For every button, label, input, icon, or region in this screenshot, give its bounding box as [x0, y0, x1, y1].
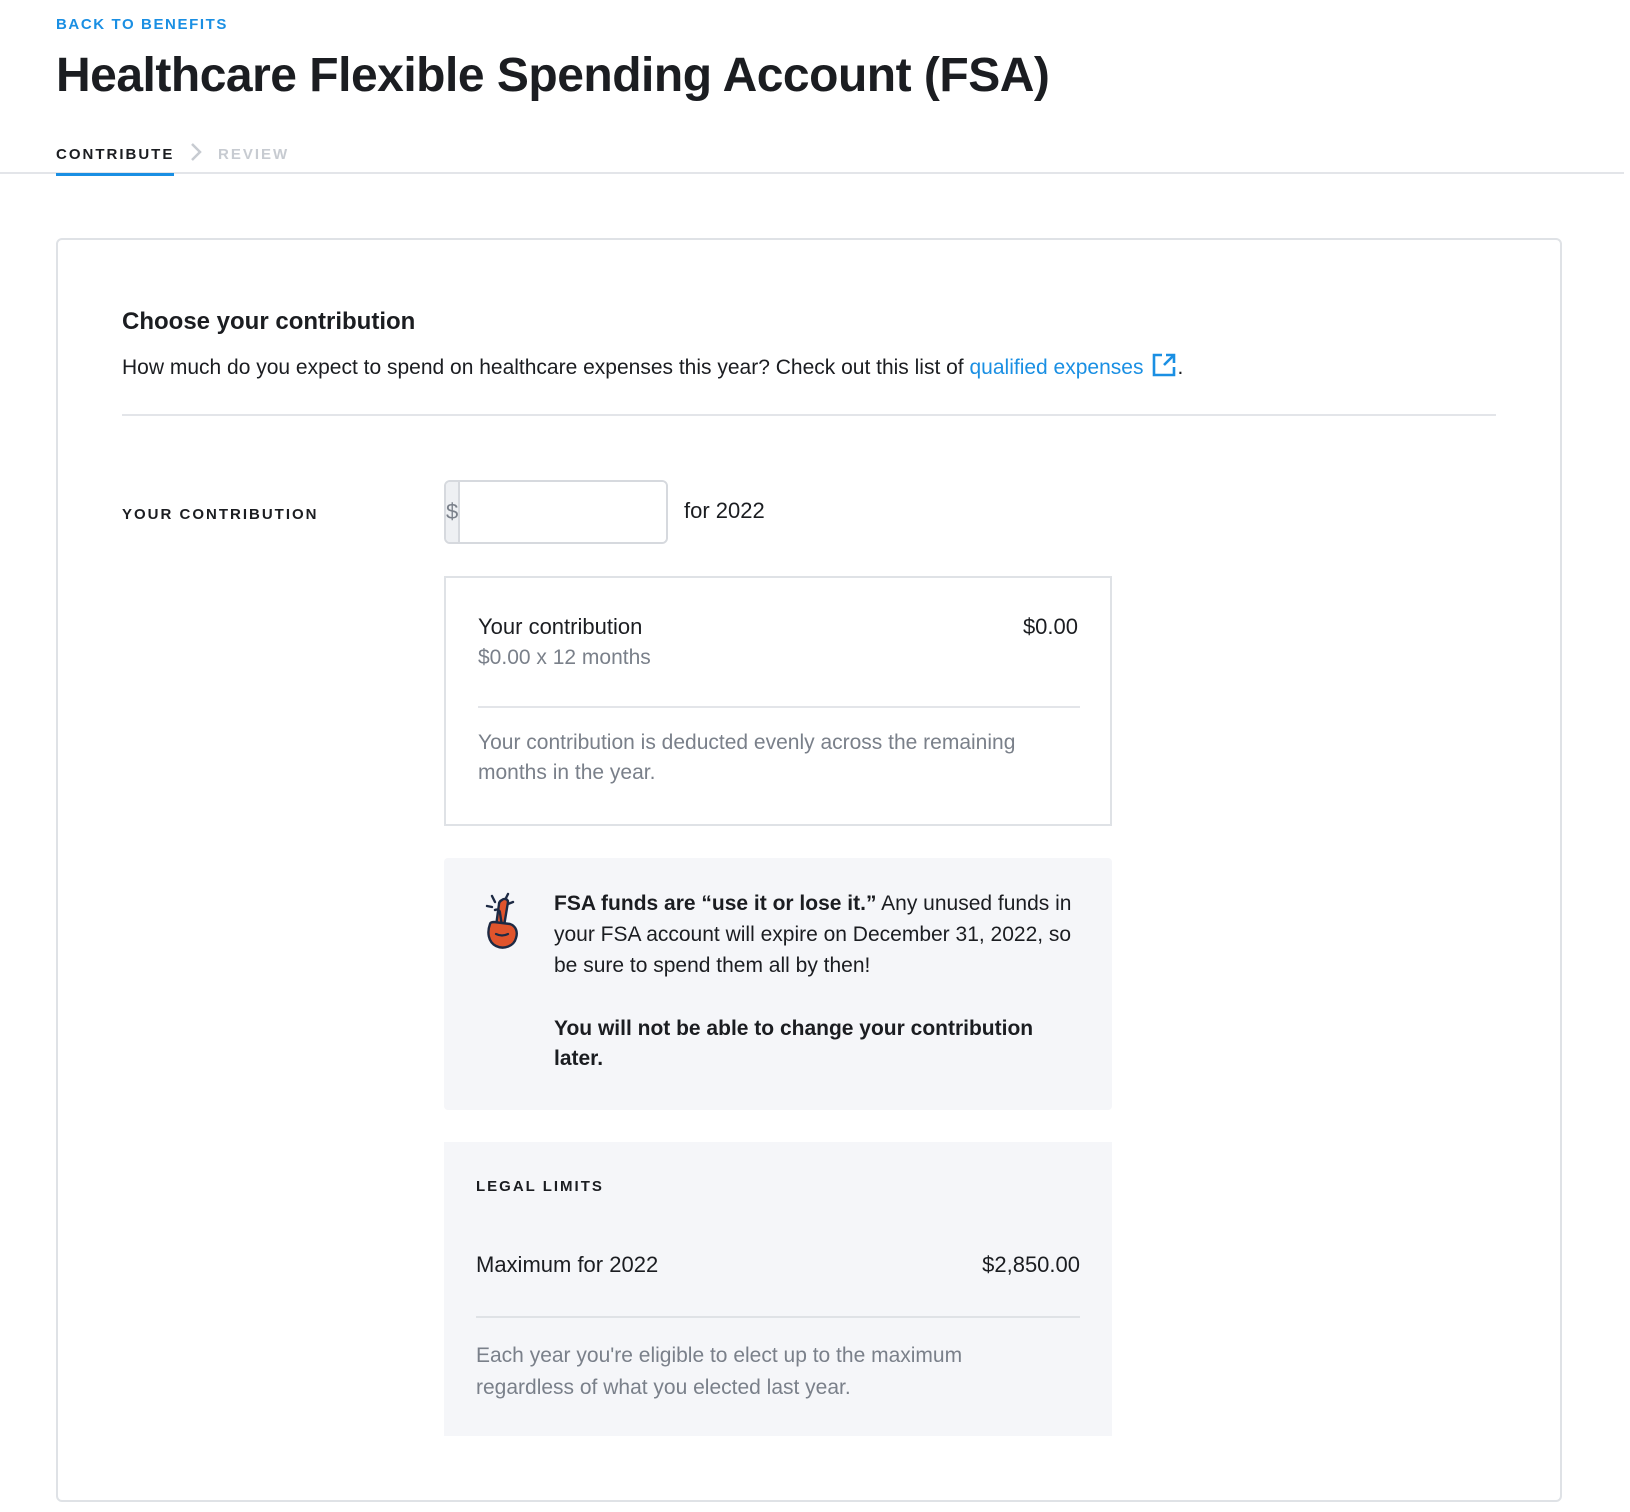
- divider: [476, 1316, 1080, 1318]
- page-title: Healthcare Flexible Spending Account (FS…: [56, 49, 1050, 102]
- maximum-label: Maximum for 2022: [476, 1252, 659, 1277]
- alert-text: FSA funds are “use it or lose it.” Any u…: [554, 888, 1074, 981]
- contribution-card: Choose your contribution How much do you…: [56, 238, 1562, 1502]
- summary-breakdown: $0.00 x 12 months: [478, 646, 651, 669]
- legal-limits-panel: LEGAL LIMITS Maximum for 2022 $2,850.00 …: [444, 1142, 1112, 1436]
- back-to-benefits-link[interactable]: BACK TO BENEFITS: [56, 16, 228, 33]
- fingers-crossed-icon: [482, 888, 528, 959]
- divider: [478, 706, 1080, 708]
- maximum-value: $2,850.00: [982, 1252, 1080, 1277]
- alert-warning: You will not be able to change your cont…: [554, 1017, 1034, 1070]
- legal-limits-title: LEGAL LIMITS: [476, 1178, 604, 1195]
- contribution-amount-input[interactable]: [460, 482, 666, 542]
- your-contribution-label: YOUR CONTRIBUTION: [122, 506, 319, 523]
- tab-review[interactable]: REVIEW: [218, 146, 289, 163]
- section-description: How much do you expect to spend on healt…: [122, 352, 1183, 384]
- summary-label: Your contribution: [478, 614, 643, 639]
- contribution-amount-group: $: [444, 480, 668, 544]
- step-tabs: CONTRIBUTE REVIEW: [0, 140, 1624, 176]
- contribution-summary: Your contribution $0.00 $0.00 x 12 month…: [444, 576, 1112, 826]
- summary-note: Your contribution is deducted evenly acr…: [478, 731, 1016, 784]
- link-text[interactable]: qualified expenses: [969, 356, 1143, 379]
- currency-symbol: $: [446, 482, 461, 542]
- summary-value: $0.00: [1022, 614, 1078, 639]
- alert-bold-lead: FSA funds are “use it or lose it.”: [554, 892, 877, 915]
- legal-limits-note: Each year you're eligible to elect up to…: [476, 1344, 963, 1399]
- use-it-or-lose-it-alert: FSA funds are “use it or lose it.” Any u…: [444, 858, 1112, 1110]
- divider: [122, 414, 1496, 416]
- qualified-expenses-link[interactable]: qualified expenses: [969, 353, 1177, 379]
- link-suffix: .: [1177, 356, 1184, 379]
- description-text: How much do you expect to spend on healt…: [122, 356, 964, 379]
- section-title: Choose your contribution: [122, 308, 416, 335]
- year-suffix: for 2022: [684, 498, 765, 523]
- tab-contribute[interactable]: CONTRIBUTE: [56, 146, 175, 176]
- external-link-icon[interactable]: [1151, 352, 1177, 384]
- page: BACK TO BENEFITS Healthcare Flexible Spe…: [0, 0, 1630, 1512]
- chevron-right-icon: [190, 142, 202, 168]
